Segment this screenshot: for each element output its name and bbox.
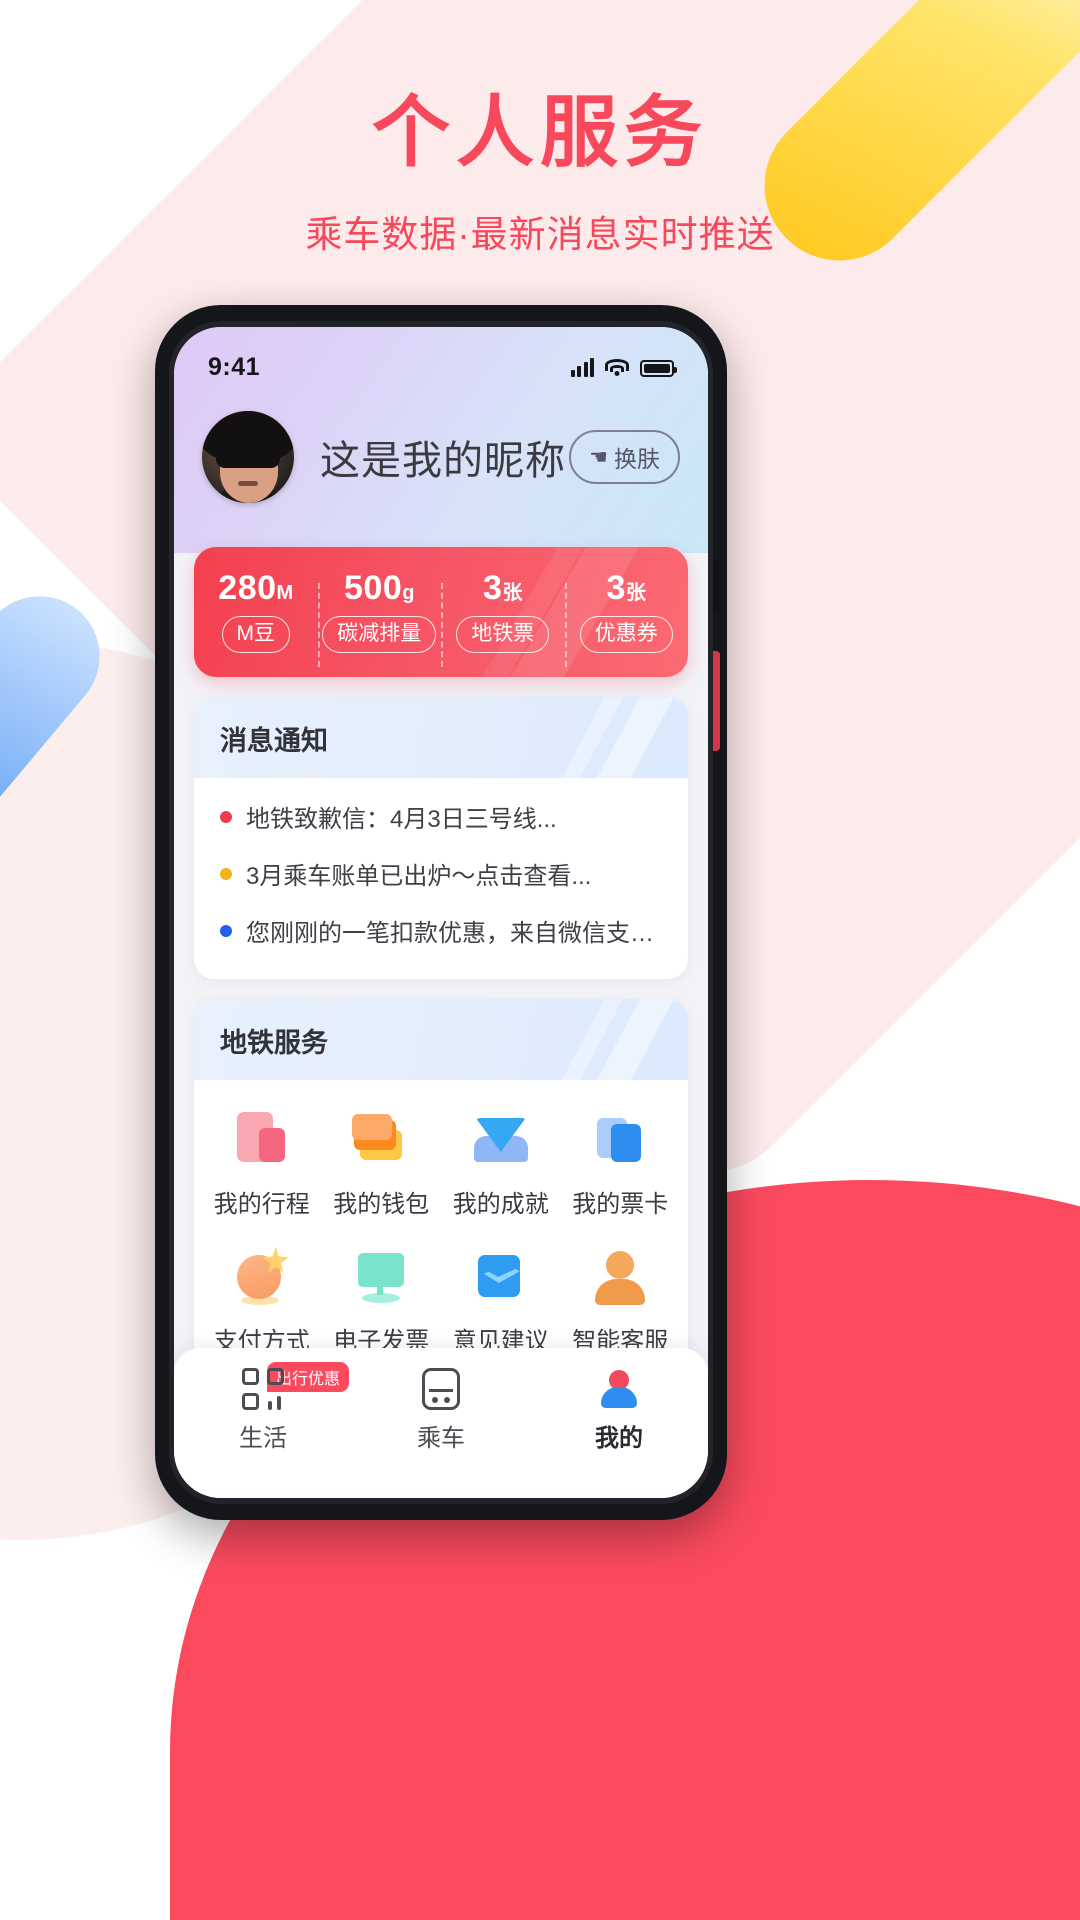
- app-header: 9:41 这是我的昵称 ☚ 换肤: [174, 327, 708, 553]
- service-label: 我的钱包: [333, 1191, 430, 1218]
- stat-value: 500g: [344, 569, 415, 608]
- service-item-my-wallet[interactable]: 我的钱包: [322, 1106, 442, 1219]
- service-grid: 我的行程 我的钱包 我的成就 我的票卡 支付方式 电子发票 意见建议 智能客服: [194, 1080, 688, 1378]
- service-item-customer-service[interactable]: 智能客服: [561, 1243, 681, 1356]
- poster-headings: 个人服务 乘车数据·最新消息实时推送: [0, 0, 1080, 258]
- stat-item-coupon[interactable]: 3张 优惠券: [564, 569, 689, 668]
- person-icon: [530, 1366, 708, 1412]
- message-text: 3月乘车账单已出炉～点击查看...: [246, 863, 592, 890]
- status-dot-icon: [220, 810, 232, 823]
- stat-item-metro-ticket[interactable]: 3张 地铁票: [441, 569, 565, 668]
- service-item-payment-method[interactable]: 支付方式: [202, 1243, 322, 1356]
- list-item[interactable]: 您刚刚的一笔扣款优惠，来自微信支付...: [220, 902, 662, 959]
- service-item-feedback[interactable]: 意见建议: [441, 1243, 561, 1356]
- change-skin-label: 换肤: [614, 446, 660, 472]
- achievement-icon: [441, 1106, 561, 1172]
- customer-service-icon: [561, 1243, 681, 1309]
- tab-mine[interactable]: 我的: [530, 1366, 708, 1453]
- service-item-my-trip[interactable]: 我的行程: [202, 1106, 322, 1219]
- page-subtitle: 乘车数据·最新消息实时推送: [305, 213, 775, 255]
- status-dot-icon: [220, 867, 232, 880]
- battery-icon: [640, 360, 677, 377]
- service-item-e-invoice[interactable]: 电子发票: [322, 1243, 442, 1356]
- avatar-hair: [202, 411, 294, 463]
- stat-value: 3张: [483, 569, 523, 608]
- wifi-icon: [605, 359, 629, 377]
- phone-bezel: 9:41 这是我的昵称 ☚ 换肤 280M M豆 500g 碳减排量 3张 地铁…: [169, 321, 720, 1504]
- stats-card: 280M M豆 500g 碳减排量 3张 地铁票 3张 优惠券: [194, 547, 688, 677]
- service-label: 我的票卡: [572, 1191, 669, 1218]
- message-notification-card: 消息通知 地铁致歉信：4月3日三号线... 3月乘车账单已出炉～点击查看...: [194, 697, 688, 979]
- status-dot-icon: [220, 924, 232, 937]
- message-text: 地铁致歉信：4月3日三号线...: [246, 806, 557, 833]
- phone-mockup: 9:41 这是我的昵称 ☚ 换肤 280M M豆 500g 碳减排量 3张 地铁…: [155, 305, 727, 1520]
- tab-label: 生活: [239, 1425, 287, 1452]
- tab-label: 乘车: [417, 1425, 465, 1452]
- status-indicators: [570, 357, 677, 377]
- list-item[interactable]: 地铁致歉信：4月3日三号线...: [220, 788, 662, 845]
- change-skin-button[interactable]: ☚ 换肤: [569, 430, 680, 484]
- feedback-icon: [441, 1243, 561, 1309]
- tab-life[interactable]: 出行优惠 生活: [174, 1360, 352, 1453]
- bottom-tab-bar: 出行优惠 生活 乘车 我的: [174, 1348, 708, 1498]
- stat-value: 280M: [218, 569, 294, 608]
- service-item-my-ticket-card[interactable]: 我的票卡: [561, 1106, 681, 1219]
- phone-screen: 9:41 这是我的昵称 ☚ 换肤 280M M豆 500g 碳减排量 3张 地铁…: [174, 327, 708, 1498]
- signal-icon: [570, 357, 594, 377]
- tab-ride[interactable]: 乘车: [352, 1366, 530, 1453]
- message-card-title: 消息通知: [194, 697, 688, 778]
- trip-icon: [202, 1106, 322, 1172]
- stat-label: 碳减排量: [322, 616, 437, 653]
- message-text: 您刚刚的一笔扣款优惠，来自微信支付...: [246, 920, 662, 947]
- status-time: 9:41: [208, 352, 261, 381]
- stat-item-carbon[interactable]: 500g 碳减排量: [317, 569, 442, 668]
- avatar[interactable]: [202, 411, 294, 503]
- list-item[interactable]: 3月乘车账单已出炉～点击查看...: [220, 845, 662, 902]
- stat-item-mbean[interactable]: 280M M豆: [194, 569, 318, 653]
- status-bar: 9:41: [174, 349, 708, 385]
- ticket-card-icon: [561, 1106, 681, 1172]
- tab-label: 我的: [595, 1425, 643, 1452]
- stat-label: M豆: [221, 616, 290, 653]
- service-label: 我的成就: [452, 1191, 549, 1218]
- service-item-my-achievement[interactable]: 我的成就: [441, 1106, 561, 1219]
- volume-button[interactable]: [713, 559, 719, 611]
- avatar-mouth: [238, 481, 258, 486]
- payment-icon: [202, 1243, 322, 1309]
- power-button[interactable]: [713, 651, 720, 751]
- stat-value: 3张: [606, 569, 646, 608]
- service-card-title: 地铁服务: [194, 999, 688, 1080]
- invoice-icon: [322, 1243, 442, 1309]
- shirt-icon: ☚: [589, 445, 608, 469]
- wallet-icon: [322, 1106, 442, 1172]
- metro-service-card: 地铁服务 我的行程 我的钱包 我的成就 我的票卡 支付方式 电子发票 意见建议 …: [194, 999, 688, 1378]
- message-list: 地铁致歉信：4月3日三号线... 3月乘车账单已出炉～点击查看... 您刚刚的一…: [194, 778, 688, 979]
- profile-row[interactable]: 这是我的昵称 ☚ 换肤: [174, 385, 708, 503]
- train-icon: [352, 1366, 530, 1412]
- stat-label: 地铁票: [456, 616, 550, 653]
- service-label: 我的行程: [213, 1191, 310, 1218]
- page-title: 个人服务: [371, 88, 708, 176]
- stat-label: 优惠券: [579, 616, 673, 653]
- nickname-label: 这是我的昵称: [320, 439, 566, 483]
